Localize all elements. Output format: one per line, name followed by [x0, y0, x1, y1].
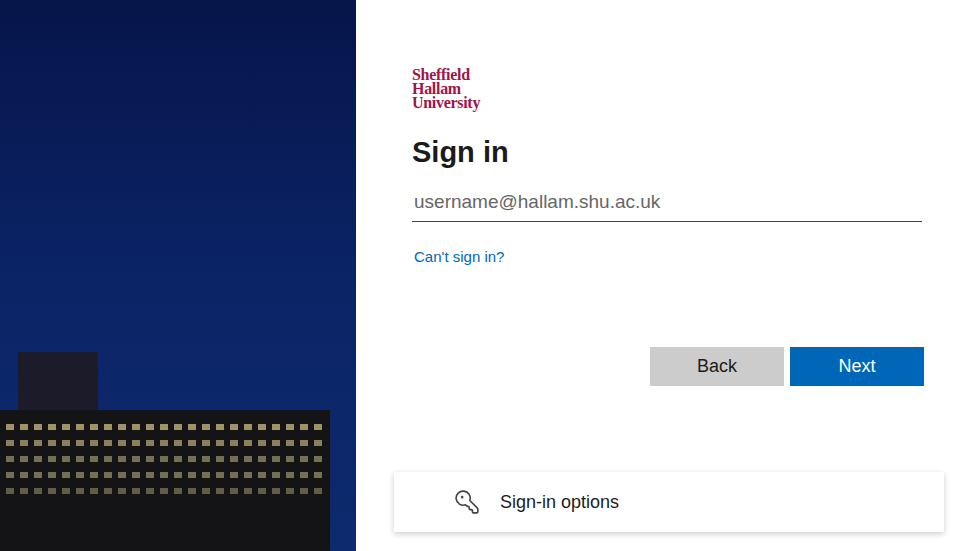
button-row: BackNext [412, 347, 924, 386]
logo-line: University [412, 96, 924, 110]
logo-line: Hallam [412, 82, 924, 96]
building [0, 410, 330, 551]
sign-in-options-card[interactable]: Sign-in options [394, 472, 944, 532]
next-button[interactable]: Next [790, 347, 924, 386]
username-input[interactable] [412, 186, 922, 222]
back-button[interactable]: Back [650, 347, 784, 386]
sign-in-page: SheffieldHallamUniversity Sign in Can't si… [0, 0, 953, 551]
logo-line: Sheffield [412, 68, 924, 82]
university-logo: SheffieldHallamUniversity [412, 68, 924, 110]
cant-sign-in-link[interactable]: Can't sign in? [412, 246, 504, 269]
background-photo [0, 0, 356, 551]
building-sign [18, 352, 98, 410]
sign-in-options-label: Sign-in options [500, 489, 619, 516]
sign-in-title: Sign in [412, 132, 924, 172]
key-icon [454, 489, 480, 515]
sign-in-panel: SheffieldHallamUniversity Sign in Can't si… [356, 0, 953, 551]
